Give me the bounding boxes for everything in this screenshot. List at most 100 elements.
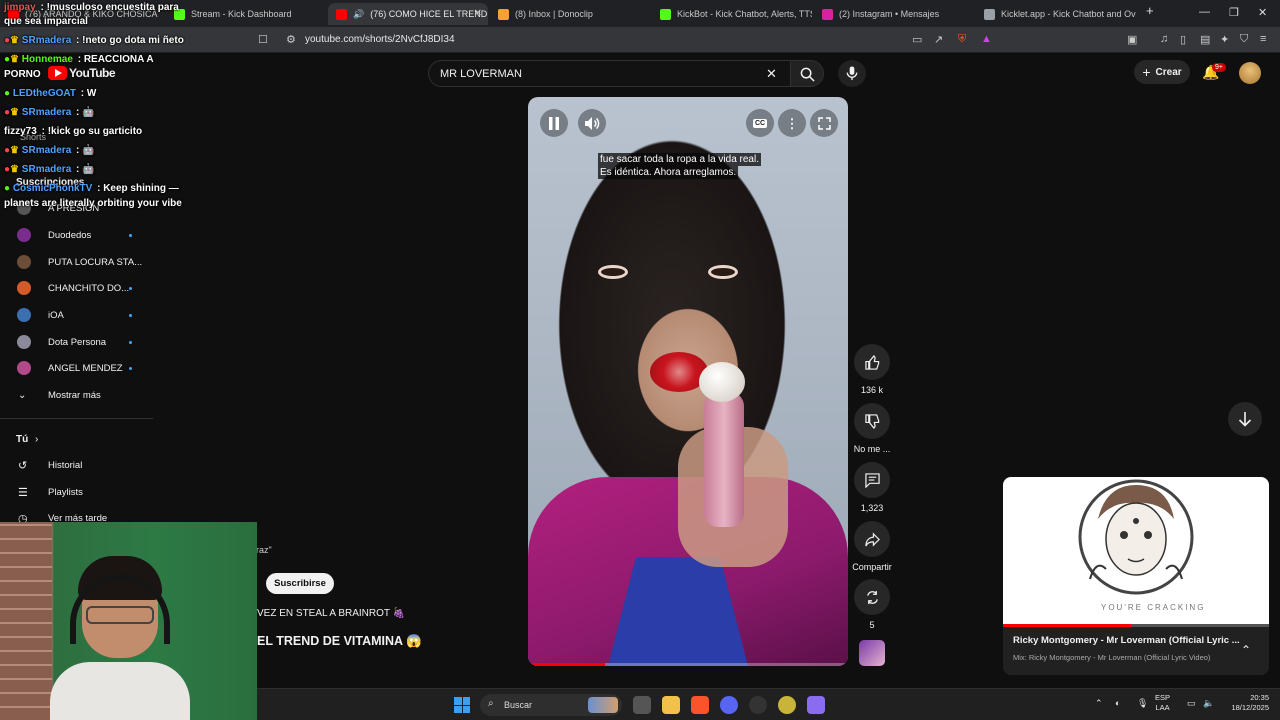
search-box[interactable]: MR LOVERMAN ✕ <box>428 60 793 87</box>
chat-text: que sea imparcial <box>4 16 88 27</box>
close-window-icon[interactable]: ✕ <box>1258 6 1267 19</box>
like-button[interactable] <box>854 344 890 380</box>
taskbar-search-box[interactable]: ⌕ Buscar <box>480 694 622 716</box>
captions-button[interactable]: CC <box>746 109 774 137</box>
mini-player-subtitle: Mix: Ricky Montgomery - Mr Loverman (Off… <box>1013 653 1211 662</box>
create-button[interactable]: + Crear <box>1134 60 1190 84</box>
input-language-indicator[interactable]: ESP LAA <box>1155 693 1170 713</box>
tray-chevron-up-icon[interactable]: ⌃ <box>1095 698 1103 709</box>
tray-app-icon[interactable]: ◐ <box>1115 698 1120 708</box>
play-triangle-icon <box>55 69 62 77</box>
file-explorer-icon[interactable] <box>662 696 680 714</box>
mini-player[interactable]: YOU'RE CRACKING Ricky Montgomery - Mr Lo… <box>1003 477 1269 675</box>
media-icon[interactable]: ♫ <box>1160 33 1168 45</box>
sound-thumbnail[interactable] <box>859 640 885 666</box>
mini-player-title[interactable]: Ricky Montgomery - Mr Loverman (Official… <box>1013 635 1240 646</box>
sidebar-item-subscription[interactable]: iOA <box>0 304 150 326</box>
instagram-favicon-icon <box>822 8 833 20</box>
audio-icon[interactable]: 🔊 <box>353 9 364 20</box>
sidebar-toggle-icon[interactable]: ▣ <box>1127 33 1137 46</box>
new-content-dot <box>129 313 132 317</box>
badge-icon: ● <box>4 183 11 194</box>
browser-tab[interactable]: (8) Inbox | Donoclip <box>490 3 650 25</box>
search-button[interactable] <box>790 60 824 87</box>
browser-tab[interactable]: (2) Instagram • Mensajes <box>814 3 974 25</box>
voice-search-button[interactable] <box>838 60 866 87</box>
remix-action[interactable]: 5 <box>852 579 892 630</box>
vpn-icon[interactable]: ⛉ <box>1240 33 1248 46</box>
subscribe-button[interactable]: Suscribirse <box>266 573 334 594</box>
discord-icon[interactable] <box>720 696 738 714</box>
chat-username: SRmadera <box>21 107 72 118</box>
mini-player-progress-bar[interactable] <box>1003 624 1269 627</box>
wallet-icon[interactable]: ▤ <box>1200 33 1210 46</box>
tab-label: Stream - Kick Dashboard <box>191 9 292 19</box>
comments-action[interactable]: 1,323 <box>852 462 892 513</box>
browser-tab[interactable]: KickBot - Kick Chatbot, Alerts, TTS, C <box>652 3 812 25</box>
sidebar-you-heading[interactable]: Tú › <box>0 428 150 450</box>
reading-list-icon[interactable]: ▯ <box>1180 33 1186 46</box>
url-field[interactable]: youtube.com/shorts/2NvCfJ8DI34 <box>305 34 455 45</box>
bookmark-icon[interactable]: ☐ <box>258 33 268 46</box>
volume-tray-icon[interactable]: 🔈 <box>1203 698 1214 709</box>
site-info-icon[interactable]: ⚙ <box>286 33 296 46</box>
remix-button[interactable] <box>854 579 890 615</box>
share-button[interactable] <box>854 521 890 557</box>
start-tile <box>462 705 470 713</box>
new-tab-button[interactable]: + <box>1146 3 1154 18</box>
brave-rewards-icon[interactable]: ▲ <box>981 33 992 45</box>
youtube-logo[interactable]: YouTube <box>48 66 116 80</box>
brave-shield-icon[interactable]: ⛨ <box>958 33 966 46</box>
windows-start-icon[interactable] <box>454 697 470 713</box>
sidebar-item-subscription[interactable]: Dota Persona <box>0 331 150 353</box>
browser-tab[interactable]: Kicklet.app - Kick Chatbot and Overl <box>976 3 1136 25</box>
browser-tab-active[interactable]: 🔊 (76) COMO HICE EL TREND D ✕ <box>328 3 488 25</box>
video-progress-fill <box>528 663 605 666</box>
search-input[interactable]: MR LOVERMAN <box>440 68 522 80</box>
next-short-button[interactable] <box>1228 402 1262 436</box>
tray-mic-icon[interactable]: 🎙 <box>1137 698 1148 709</box>
sidebar-item-playlists[interactable]: ☰ Playlists <box>0 481 150 503</box>
pause-button[interactable] <box>540 109 568 137</box>
leo-ai-icon[interactable]: ✦ <box>1220 33 1229 46</box>
clear-search-icon[interactable]: ✕ <box>766 66 777 82</box>
comments-button[interactable] <box>854 462 890 498</box>
maximize-icon[interactable]: ❐ <box>1229 6 1239 19</box>
sidebar-item-subscription[interactable]: CHANCHITO DO... <box>0 277 150 299</box>
browser-tab[interactable]: Stream - Kick Dashboard <box>166 3 326 25</box>
task-view-icon[interactable] <box>633 696 651 714</box>
dislike-action[interactable]: No me ... <box>852 403 892 454</box>
video-progress-bar[interactable] <box>528 663 848 666</box>
chat-message: ● LEDtheGOAT : W <box>4 88 97 99</box>
network-icon[interactable]: ▭ <box>1187 698 1196 709</box>
sidebar-item-history[interactable]: ↺ Historial <box>0 454 150 476</box>
app-icon[interactable] <box>807 696 825 714</box>
volume-button[interactable] <box>578 109 606 137</box>
chevron-up-icon[interactable]: ⌃ <box>1241 643 1251 657</box>
cast-icon[interactable]: ▭ <box>912 33 922 46</box>
share-page-icon[interactable]: ↗ <box>934 33 943 46</box>
chat-username: fizzy73 <box>4 126 37 137</box>
obs-icon[interactable] <box>749 696 767 714</box>
share-action[interactable]: Compartir <box>852 521 892 572</box>
clock[interactable]: 20:35 18/12/2025 <box>1225 693 1269 713</box>
dislike-button[interactable] <box>854 403 890 439</box>
playlist-title-fragment[interactable]: VEZ EN STEAL A BRAINROT 🍇 <box>257 608 405 619</box>
brave-browser-icon[interactable] <box>691 696 709 714</box>
account-avatar[interactable] <box>1239 62 1261 84</box>
fullscreen-button[interactable] <box>810 109 838 137</box>
sidebar-item-subscription[interactable]: PUTA LOCURA STA... <box>0 251 150 273</box>
short-video-player[interactable]: fue sacar toda la ropa a la vida real. E… <box>528 97 848 666</box>
close-tab-icon[interactable]: ✕ <box>474 8 482 19</box>
tab-label: (8) Inbox | Donoclip <box>515 9 593 19</box>
webcam-person <box>50 556 190 720</box>
more-options-button[interactable]: ⋮ <box>778 109 806 137</box>
like-action[interactable]: 136 k <box>852 344 892 395</box>
sidebar-item-subscription[interactable]: Duodedos <box>0 224 150 246</box>
chat-text: !kick go su garticito <box>47 126 143 137</box>
app-icon[interactable] <box>778 696 796 714</box>
sidebar-item-subscription[interactable]: ANGEL MENDEZ <box>0 357 150 379</box>
minimize-icon[interactable]: — <box>1199 6 1210 18</box>
menu-icon[interactable]: ≡ <box>1260 33 1266 45</box>
sidebar-show-more[interactable]: ⌄ Mostrar más <box>0 384 150 406</box>
